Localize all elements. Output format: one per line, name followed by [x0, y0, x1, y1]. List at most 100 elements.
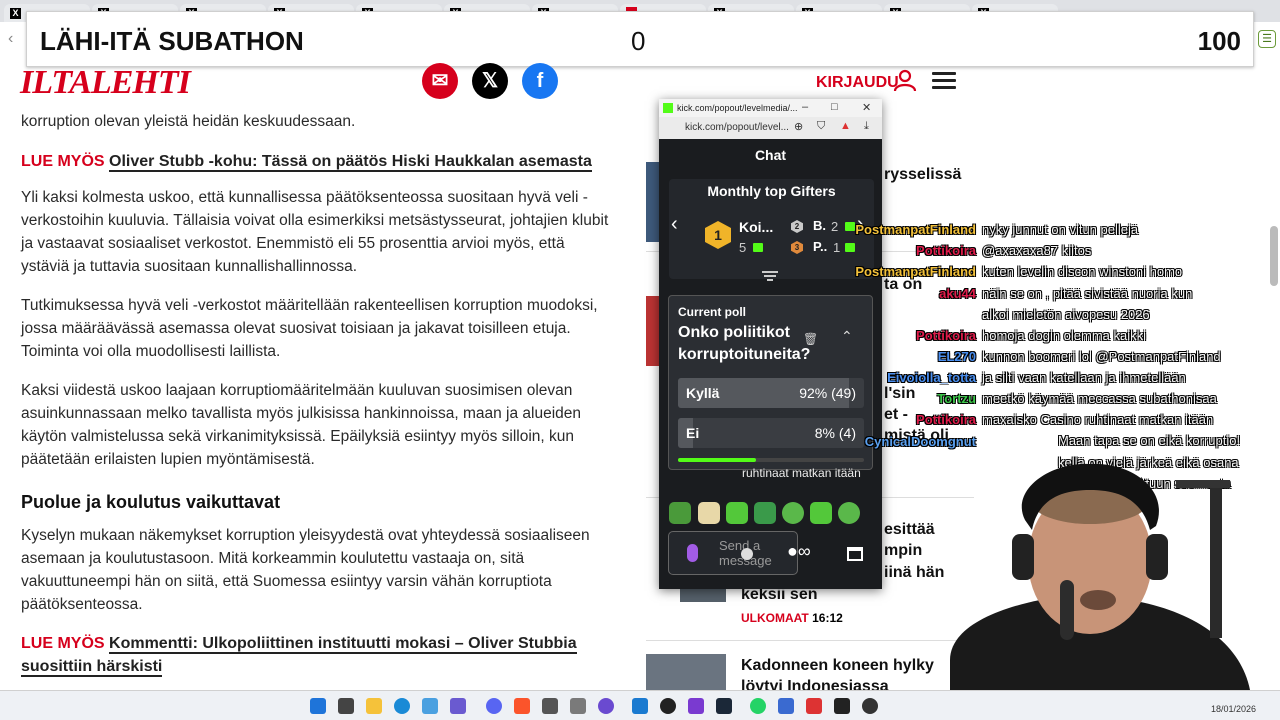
back-arrow-icon[interactable]: ‹: [8, 30, 13, 48]
paragraph: Kyselyn mukaan näkemykset korruption yle…: [21, 527, 590, 613]
app-icon[interactable]: [806, 698, 822, 714]
stream-chat-message: @axaxaxa87 kiitos: [982, 243, 1092, 258]
app-icon[interactable]: [542, 698, 558, 714]
poll-question: Onko poliitikot korruptoituneita?: [678, 324, 811, 363]
emote-icon[interactable]: [726, 502, 748, 524]
gifter-name[interactable]: B.: [813, 218, 826, 233]
app-icon[interactable]: [834, 698, 850, 714]
gift-icon: [753, 243, 763, 252]
user-icon[interactable]: [893, 68, 917, 92]
chevron-left-icon[interactable]: ‹: [671, 213, 678, 236]
vscode-icon[interactable]: [632, 698, 648, 714]
read-also-link[interactable]: Kommentti: Ulkopoliittinen instituutti m…: [21, 635, 577, 677]
stream-chat-message: maxaisko Casino ruhtinaat matkan itään: [982, 412, 1214, 427]
taskbar-date: 18/01/2026: [1210, 704, 1256, 714]
gift-icon: [845, 243, 855, 252]
edge-icon[interactable]: [394, 698, 410, 714]
collapse-icon[interactable]: [762, 271, 778, 285]
subathon-title: LÄHI-ITÄ SUBATHON: [40, 26, 304, 56]
infinity-icon[interactable]: ●∞: [787, 541, 811, 562]
start-icon[interactable]: [310, 698, 326, 714]
emoji-icon[interactable]: [741, 548, 753, 560]
emote-icon[interactable]: [838, 502, 860, 524]
store-icon[interactable]: [847, 547, 863, 561]
zoom-icon[interactable]: ⊕: [794, 120, 803, 133]
news-title[interactable]: rysselissä: [884, 164, 961, 185]
app-icon[interactable]: [778, 698, 794, 714]
chevron-up-icon[interactable]: ⌃: [841, 328, 853, 345]
stream-chat-message: näin se on , pitää sivistää nuoria kun: [982, 286, 1193, 301]
x-icon[interactable]: 𝕏: [472, 63, 508, 99]
warning-icon[interactable]: ▲: [840, 120, 851, 132]
poll-option-label: Ei: [686, 425, 700, 441]
rank-badge: 3: [791, 241, 803, 254]
emote-icon[interactable]: [782, 502, 804, 524]
discord-icon[interactable]: [486, 698, 502, 714]
gifter-name[interactable]: Koi...: [739, 219, 773, 235]
news-thumbnail[interactable]: [646, 654, 726, 690]
minimize-icon[interactable]: –: [802, 101, 808, 113]
popup-titlebar: kick.com/popout/levelmedia/... – □ ✕: [659, 99, 882, 117]
app-icon[interactable]: [422, 698, 438, 714]
shield-icon[interactable]: ⛉: [817, 120, 825, 133]
emote-icon[interactable]: [810, 502, 832, 524]
trash-icon[interactable]: 🗑: [803, 332, 818, 346]
news-thumbnail[interactable]: [646, 296, 660, 366]
stream-chat-username: Pottikoira: [916, 243, 976, 258]
stream-chat-username: aku44: [939, 286, 976, 301]
paragraph: Kaksi viidestä uskoo laajaan korruptiomä…: [21, 382, 582, 468]
popup-urlbar[interactable]: kick.com/popout/level... ⊕ ⛉ ▲ ⤓: [659, 117, 882, 139]
microphone-icon[interactable]: [687, 544, 698, 562]
subathon-bar: LÄHI-ITÄ SUBATHON 0 100: [26, 11, 1254, 67]
webcam-feed: [950, 463, 1250, 690]
news-title[interactable]: l'sin: [884, 383, 915, 404]
stream-chat-username: Eivoiolla_totta: [887, 370, 976, 385]
gifters-title: Monthly top Gifters: [707, 183, 836, 199]
file-explorer-icon[interactable]: [366, 698, 382, 714]
app-icon[interactable]: [570, 698, 586, 714]
app-icon[interactable]: [862, 698, 878, 714]
gifter-name[interactable]: P..: [813, 239, 827, 254]
close-icon[interactable]: ✕: [862, 101, 871, 114]
whatsapp-icon[interactable]: [750, 698, 766, 714]
subathon-current: 0: [631, 26, 646, 56]
download-icon[interactable]: ⤓: [864, 120, 869, 133]
emote-icon[interactable]: [698, 502, 720, 524]
emote-bar: [669, 502, 869, 524]
app-icon[interactable]: [598, 698, 614, 714]
stream-chat-message: homoja dogin olemma kaikki: [982, 328, 1147, 343]
paragraph: Yli kaksi kolmesta uskoo, että kunnallis…: [21, 189, 609, 275]
poll-option[interactable]: Kyllä 92% (49): [678, 378, 864, 408]
scrollbar[interactable]: [1270, 226, 1278, 286]
poll-option[interactable]: Ei 8% (4): [678, 418, 864, 448]
steam-icon[interactable]: [716, 698, 732, 714]
obs-icon[interactable]: [660, 698, 676, 714]
app-icon[interactable]: [450, 698, 466, 714]
maximize-icon[interactable]: □: [831, 101, 838, 113]
menu-icon[interactable]: [932, 72, 956, 90]
visual-studio-icon[interactable]: [688, 698, 704, 714]
rank-badge: 2: [791, 220, 803, 233]
login-link[interactable]: KIRJAUDU: [816, 74, 899, 92]
gifter-count: 5: [739, 240, 747, 255]
news-thumbnail[interactable]: [646, 162, 660, 242]
brave-icon[interactable]: [514, 698, 530, 714]
gifter-count: 2: [831, 219, 839, 234]
emote-icon[interactable]: [754, 502, 776, 524]
reader-icon[interactable]: ☰: [1258, 30, 1276, 48]
site-logo[interactable]: ILTALEHTI: [20, 64, 191, 102]
subathon-goal: 100: [1197, 26, 1241, 56]
message-input[interactable]: Send a message: [668, 531, 798, 575]
x-icon: X: [10, 8, 21, 19]
poll-timer: [678, 458, 864, 462]
emote-icon[interactable]: [669, 502, 691, 524]
chat-header: Chat: [754, 147, 787, 163]
read-also-link[interactable]: Oliver Stubb -kohu: Tässä on päätös Hisk…: [109, 153, 592, 172]
task-view-icon[interactable]: [338, 698, 354, 714]
facebook-icon[interactable]: f: [522, 63, 558, 99]
stream-chat-username: PostmanpatFinland: [855, 222, 976, 237]
mail-icon[interactable]: ✉: [422, 63, 458, 99]
news-title[interactable]: et -: [884, 404, 908, 425]
stream-chat-message: kunnon boomeri lol @PostmanpatFinland: [982, 349, 1221, 364]
section-heading: Puolue ja koulutus vaikuttavat: [21, 492, 281, 512]
